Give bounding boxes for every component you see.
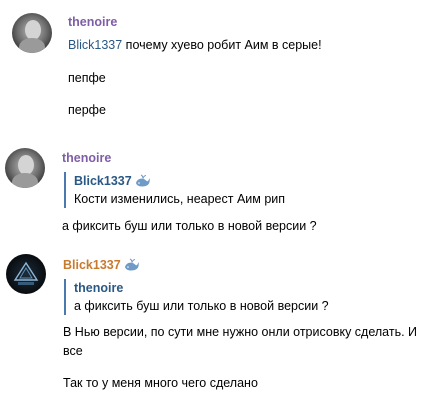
message-text: Blick1337 почему хуево робит Аим в серые… [68, 37, 322, 53]
quote-text: а фиксить буш или только в новой версии … [74, 299, 329, 313]
avatar-blick1337[interactable] [6, 254, 46, 294]
author-name[interactable]: thenoire [62, 151, 111, 165]
reply-quote[interactable]: Blick1337 Кости изменились, неарест Аим … [64, 172, 285, 208]
quote-author-row: Blick1337 [74, 172, 285, 190]
reply-quote[interactable]: thenoire а фиксить буш или только в ново… [64, 279, 329, 315]
quote-text: Кости изменились, неарест Аим рип [74, 192, 286, 206]
message-text-rest: почему хуево робит Аим в серые! [122, 38, 322, 52]
author-name[interactable]: Blick1337 [63, 258, 140, 272]
message-text: а фиксить буш или только в новой версии … [62, 219, 317, 233]
avatar-thenoire[interactable] [5, 148, 45, 188]
whale-icon [124, 258, 139, 271]
message-text: пепфе [68, 71, 106, 85]
whale-icon [135, 174, 150, 187]
quote-author[interactable]: Blick1337 [74, 172, 132, 190]
quote-author[interactable]: thenoire [74, 279, 329, 297]
message-text: перфе [68, 103, 106, 117]
author-name[interactable]: thenoire [68, 15, 117, 29]
message-text: Так то у меня много чего сделано [63, 376, 258, 390]
mention-link[interactable]: Blick1337 [68, 38, 122, 52]
avatar-thenoire[interactable] [12, 13, 52, 53]
message-text: В Нью версии, по сути мне нужно онли отр… [63, 325, 418, 358]
author-name-label[interactable]: Blick1337 [63, 258, 121, 272]
